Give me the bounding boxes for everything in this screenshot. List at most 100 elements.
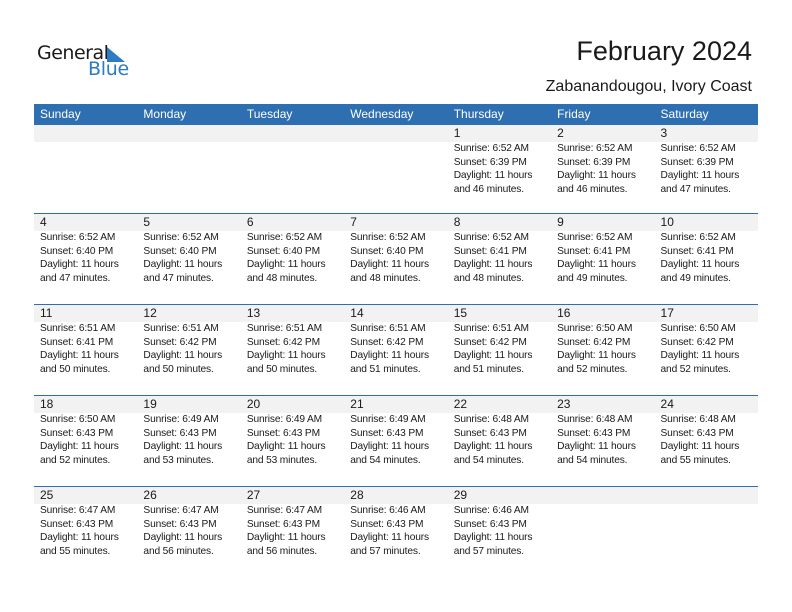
- daylight-text: Daylight: 11 hours: [40, 441, 119, 453]
- daylight-text: Daylight: 11 hours: [143, 532, 223, 544]
- weekday-header-row: Sunday Monday Tuesday Wednesday Thursday…: [34, 104, 758, 125]
- empty-day-cell: [241, 125, 344, 196]
- day-number: 1: [453, 126, 461, 140]
- brand-logo: General Blue: [37, 42, 137, 82]
- sunset-text: Sunset: 6:40 PM: [350, 245, 424, 257]
- sunset-text: Sunset: 6:42 PM: [557, 336, 631, 348]
- day-cell: 25 Sunrise: 6:47 AM Sunset: 6:43 PM Dayligh…: [34, 487, 137, 558]
- day-number: 8: [453, 215, 461, 229]
- daylight-text: Daylight: 11 hours: [557, 259, 636, 271]
- sunset-text: Sunset: 6:42 PM: [660, 336, 734, 348]
- daylight-text: Daylight: 11 hours: [143, 350, 223, 362]
- day-cell: 24 Sunrise: 6:48 AM Sunset: 6:43 PM Dayligh…: [655, 396, 758, 467]
- day-number: 27: [246, 488, 261, 502]
- weekday-tuesday: Tuesday: [246, 107, 293, 121]
- sunset-text: Sunset: 6:43 PM: [246, 518, 320, 530]
- sunset-text: Sunset: 6:42 PM: [143, 336, 217, 348]
- day-cell: 9 Sunrise: 6:52 AM Sunset: 6:41 PM Daylight…: [551, 214, 654, 285]
- week-cells: 1 Sunrise: 6:52 AM Sunset: 6:39 PM Daylight…: [34, 125, 758, 196]
- sunset-text: Sunset: 6:43 PM: [350, 518, 424, 530]
- sunset-text: Sunset: 6:42 PM: [350, 336, 424, 348]
- day-number: 3: [660, 126, 668, 140]
- daylight-text: Daylight: 11 hours: [557, 441, 636, 453]
- week-row: 4 Sunrise: 6:52 AM Sunset: 6:40 PM Daylight…: [34, 213, 758, 304]
- daylight-text: Daylight: 11 hours: [246, 259, 326, 271]
- weekday-friday: Friday: [557, 107, 591, 121]
- daylight-minutes-text: and 56 minutes.: [246, 545, 318, 557]
- day-cell: 28 Sunrise: 6:46 AM Sunset: 6:43 PM Dayligh…: [344, 487, 447, 558]
- daylight-text: Daylight: 11 hours: [453, 441, 533, 453]
- day-cell: 26 Sunrise: 6:47 AM Sunset: 6:43 PM Dayligh…: [137, 487, 240, 558]
- sunrise-text: Sunrise: 6:52 AM: [143, 232, 219, 243]
- sunrise-text: Sunrise: 6:48 AM: [453, 414, 529, 425]
- daylight-minutes-text: and 50 minutes.: [40, 363, 111, 375]
- sunset-text: Sunset: 6:39 PM: [453, 156, 527, 168]
- day-number: 10: [660, 215, 674, 229]
- daylight-text: Daylight: 11 hours: [246, 532, 326, 544]
- week-row: 18 Sunrise: 6:50 AM Sunset: 6:43 PM Dayligh…: [34, 395, 758, 486]
- sunset-text: Sunset: 6:43 PM: [40, 518, 114, 530]
- daylight-text: Daylight: 11 hours: [350, 532, 429, 544]
- daylight-minutes-text: and 52 minutes.: [660, 363, 731, 375]
- sunset-text: Sunset: 6:42 PM: [453, 336, 527, 348]
- day-number: 6: [246, 215, 254, 229]
- daylight-minutes-text: and 52 minutes.: [40, 454, 111, 466]
- daylight-minutes-text: and 48 minutes.: [453, 272, 524, 284]
- day-cell: 21 Sunrise: 6:49 AM Sunset: 6:43 PM Dayligh…: [344, 396, 447, 467]
- daylight-text: Daylight: 11 hours: [557, 350, 636, 362]
- daylight-text: Daylight: 11 hours: [660, 441, 740, 453]
- daylight-minutes-text: and 50 minutes.: [143, 363, 214, 375]
- daylight-minutes-text: and 46 minutes.: [557, 183, 628, 195]
- week-cells: 4 Sunrise: 6:52 AM Sunset: 6:40 PM Daylight…: [34, 214, 758, 285]
- day-cell: 11 Sunrise: 6:51 AM Sunset: 6:41 PM Dayligh…: [34, 305, 137, 376]
- sunrise-text: Sunrise: 6:46 AM: [453, 505, 529, 516]
- day-cell: 14 Sunrise: 6:51 AM Sunset: 6:42 PM Dayligh…: [344, 305, 447, 376]
- daylight-minutes-text: and 56 minutes.: [143, 545, 214, 557]
- empty-day-cell: [34, 125, 137, 196]
- sunset-text: Sunset: 6:41 PM: [40, 336, 114, 348]
- day-cell: 7 Sunrise: 6:52 AM Sunset: 6:40 PM Daylight…: [344, 214, 447, 285]
- day-cell: 8 Sunrise: 6:52 AM Sunset: 6:41 PM Daylight…: [448, 214, 551, 285]
- daylight-minutes-text: and 48 minutes.: [246, 272, 318, 284]
- day-number: 5: [143, 215, 151, 229]
- week-row: 25 Sunrise: 6:47 AM Sunset: 6:43 PM Dayligh…: [34, 486, 758, 577]
- daylight-text: Daylight: 11 hours: [557, 170, 636, 182]
- sunset-text: Sunset: 6:43 PM: [453, 518, 527, 530]
- sunset-text: Sunset: 6:41 PM: [660, 245, 734, 257]
- day-cell: 27 Sunrise: 6:47 AM Sunset: 6:43 PM Dayligh…: [241, 487, 344, 558]
- sunrise-text: Sunrise: 6:47 AM: [246, 505, 323, 516]
- weeks-container: 1 Sunrise: 6:52 AM Sunset: 6:39 PM Daylight…: [34, 125, 758, 577]
- day-number: 24: [660, 397, 674, 411]
- day-cell: 10 Sunrise: 6:52 AM Sunset: 6:41 PM Dayligh…: [655, 214, 758, 285]
- sunset-text: Sunset: 6:43 PM: [660, 427, 734, 439]
- sunrise-text: Sunrise: 6:52 AM: [246, 232, 323, 243]
- day-number: 2: [557, 126, 564, 140]
- day-number: 18: [40, 397, 54, 411]
- weekday-monday: Monday: [143, 107, 187, 121]
- daylight-minutes-text: and 46 minutes.: [453, 183, 524, 195]
- sunset-text: Sunset: 6:42 PM: [246, 336, 320, 348]
- sunrise-text: Sunrise: 6:49 AM: [246, 414, 323, 425]
- sunset-text: Sunset: 6:43 PM: [143, 518, 217, 530]
- week-cells: 25 Sunrise: 6:47 AM Sunset: 6:43 PM Dayligh…: [34, 487, 758, 558]
- empty-day-cell: [137, 125, 240, 196]
- day-cell: 17 Sunrise: 6:50 AM Sunset: 6:42 PM Dayligh…: [655, 305, 758, 376]
- calendar-grid: Sunday Monday Tuesday Wednesday Thursday…: [34, 104, 758, 577]
- day-number: 7: [350, 215, 357, 229]
- sunrise-text: Sunrise: 6:47 AM: [143, 505, 219, 516]
- sunrise-text: Sunrise: 6:52 AM: [557, 143, 633, 154]
- day-number: 25: [40, 488, 54, 502]
- day-cell: 22 Sunrise: 6:48 AM Sunset: 6:43 PM Dayligh…: [448, 396, 551, 467]
- daylight-minutes-text: and 55 minutes.: [40, 545, 111, 557]
- day-cell: 13 Sunrise: 6:51 AM Sunset: 6:42 PM Dayligh…: [241, 305, 344, 376]
- sunrise-text: Sunrise: 6:50 AM: [557, 323, 633, 334]
- daylight-minutes-text: and 54 minutes.: [350, 454, 421, 466]
- sunrise-text: Sunrise: 6:52 AM: [453, 143, 529, 154]
- sunset-text: Sunset: 6:39 PM: [660, 156, 734, 168]
- day-number: 12: [143, 306, 157, 320]
- daylight-minutes-text: and 57 minutes.: [453, 545, 524, 557]
- daylight-text: Daylight: 11 hours: [143, 259, 223, 271]
- day-number: 23: [557, 397, 571, 411]
- daylight-text: Daylight: 11 hours: [453, 259, 533, 271]
- daylight-minutes-text: and 49 minutes.: [660, 272, 731, 284]
